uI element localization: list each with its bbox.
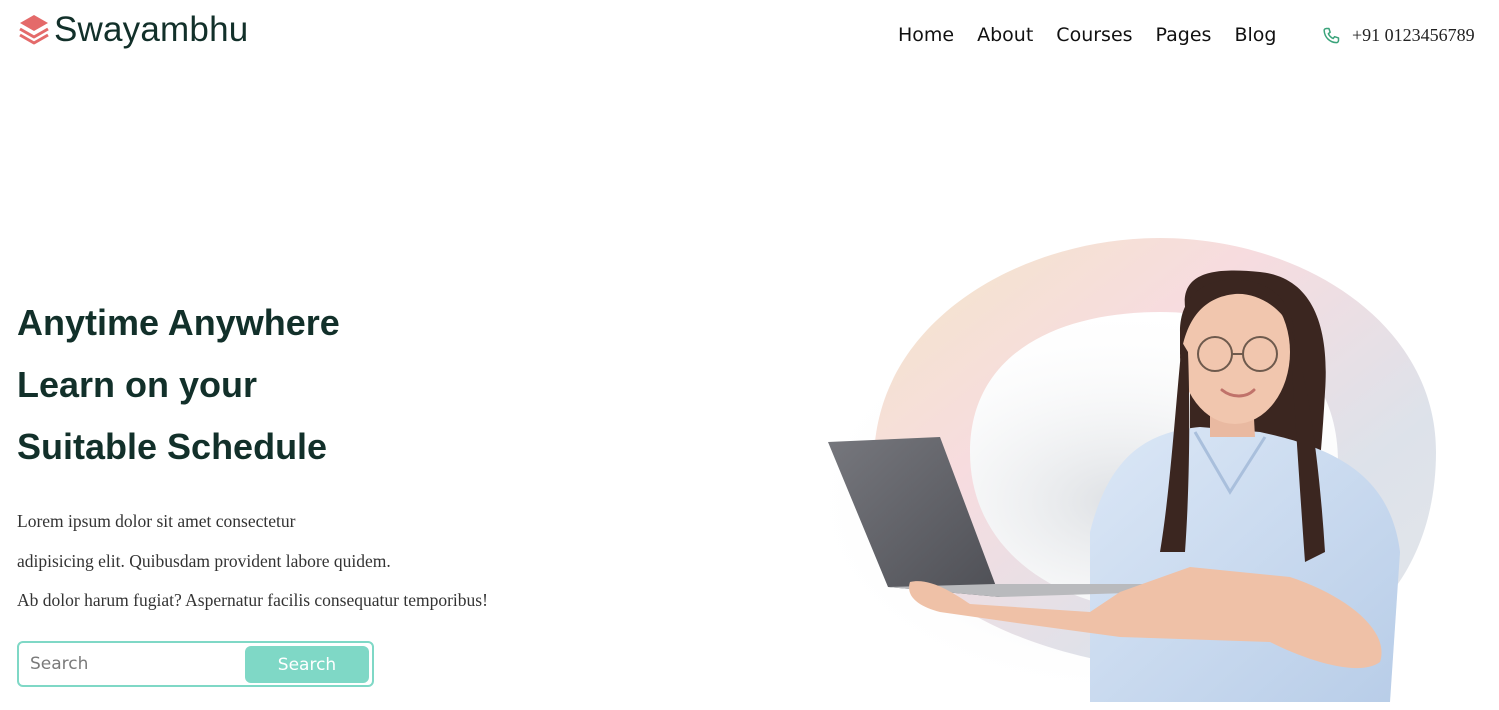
brand-name: Swayambhu [54, 10, 249, 49]
nav-pages[interactable]: Pages [1156, 24, 1212, 46]
nav-home[interactable]: Home [898, 24, 954, 46]
hero-heading: Anytime Anywhere Learn on your Suitable … [17, 292, 340, 478]
nav-courses[interactable]: Courses [1056, 24, 1132, 46]
description-line: Lorem ipsum dolor sit amet consectetur [17, 511, 296, 531]
search-input[interactable] [19, 644, 244, 684]
search-button[interactable]: Search [245, 646, 369, 683]
phone-number: +91 0123456789 [1352, 25, 1475, 45]
main-nav: Home About Courses Pages Blog [898, 24, 1299, 46]
description-line: adipisicing elit. Quibusdam provident la… [17, 550, 391, 571]
brand-logo[interactable]: Swayambhu [18, 10, 248, 50]
phone-icon [1323, 27, 1340, 43]
layers-icon [19, 15, 49, 45]
description-line: Ab dolor harum fugiat? Aspernatur facili… [17, 590, 488, 610]
phone-contact[interactable]: +91 0123456789 [1321, 25, 1475, 46]
hero-illustration [800, 238, 1440, 702]
hero-heading-line: Anytime Anywhere [17, 302, 340, 343]
nav-about[interactable]: About [977, 24, 1033, 46]
hero-heading-line: Suitable Schedule [17, 426, 328, 467]
nav-blog[interactable]: Blog [1234, 24, 1276, 46]
search-form: Search [17, 641, 374, 687]
hero-heading-line: Learn on your [17, 364, 258, 405]
hero-description: Lorem ipsum dolor sit amet consectetur a… [17, 502, 488, 621]
